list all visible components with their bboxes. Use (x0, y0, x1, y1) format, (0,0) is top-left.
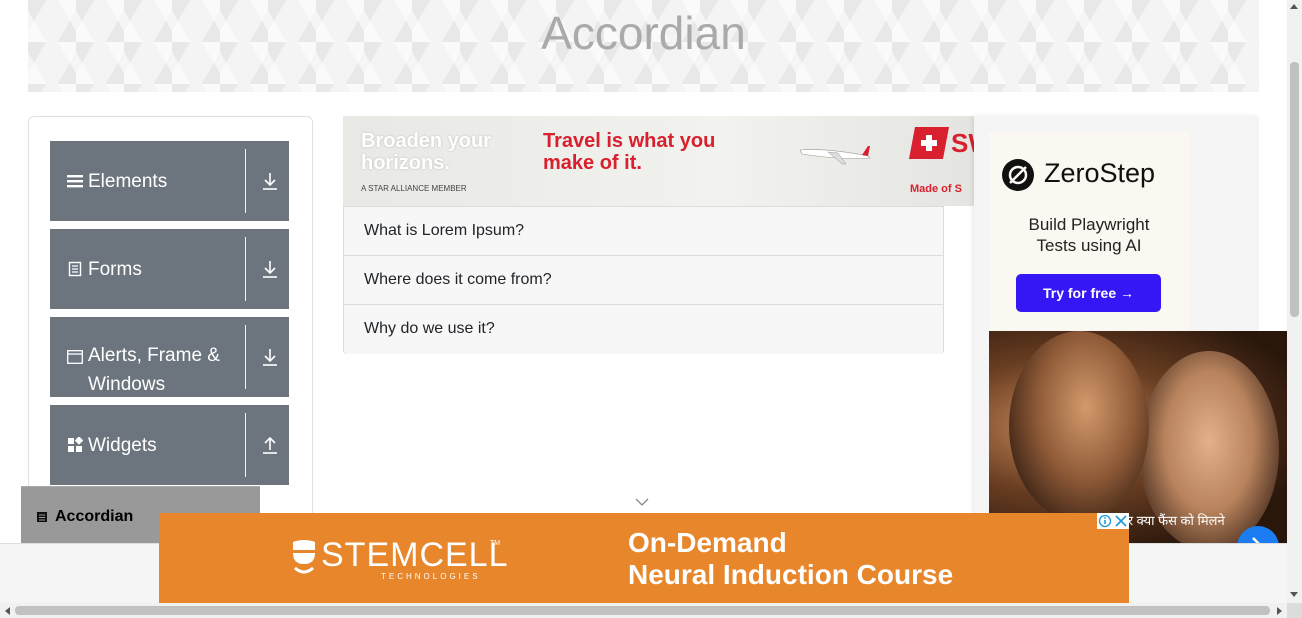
airplane-icon (799, 146, 871, 165)
ad-image (1009, 331, 1149, 521)
sidebar-group-widgets[interactable]: Widgets (50, 405, 289, 485)
bottom-ad-banner[interactable]: STEMCELL TM TECHNOLOGIES On-Demand Neura… (159, 513, 1129, 603)
ad-trademark: TM (490, 540, 501, 547)
ad-description-line: Tests using AI (1036, 236, 1142, 255)
widgets-icon (68, 437, 83, 452)
divider (245, 149, 246, 213)
download-icon[interactable] (261, 259, 279, 279)
scroll-left-icon[interactable] (5, 607, 10, 615)
ad-headline-line: Neural Induction Course (628, 559, 954, 590)
adchoices-icon[interactable] (1097, 513, 1129, 529)
upload-icon[interactable] (261, 435, 279, 455)
ad-brand: ZeroStep (1044, 158, 1156, 188)
window-icon (67, 350, 83, 364)
sidebar-item-label: Accordian (55, 508, 134, 525)
ad-headline-left: Broaden your horizons. (361, 130, 492, 174)
page-banner: Accordian (28, 0, 1259, 92)
sidebar-group-label: Widgets (88, 435, 157, 456)
menu-icon (67, 175, 83, 188)
accordion-header[interactable]: What is Lorem Ipsum? (344, 207, 943, 256)
close-icon[interactable] (1114, 514, 1128, 528)
scrollbar-thumb[interactable] (15, 606, 1270, 615)
chevron-right-icon (1252, 537, 1260, 543)
horizontal-scrollbar[interactable] (0, 603, 1287, 618)
scrollbar-corner (1287, 603, 1302, 618)
scroll-up-icon[interactable] (1290, 4, 1298, 9)
sidebar-group-forms[interactable]: Forms (50, 229, 289, 309)
ad-description-line: Build Playwright (1028, 215, 1150, 234)
ad-headline-right: Travel is what you make of it. (543, 130, 716, 174)
accordion-header-label: What is Lorem Ipsum? (364, 222, 525, 239)
ad-brand: STEMCELL (321, 536, 509, 574)
doc-icon (37, 512, 47, 522)
ad-brand: SW (951, 128, 974, 158)
try-for-free-button[interactable]: Try for free → (1016, 274, 1161, 312)
ad-footer: A STAR ALLIANCE MEMBER (361, 184, 467, 193)
download-icon[interactable] (261, 171, 279, 191)
accordion: What is Lorem Ipsum? Where does it come … (343, 206, 944, 354)
sidebar-group-label: Forms (88, 259, 142, 280)
scroll-right-icon[interactable] (1277, 607, 1282, 615)
scrollbar-thumb[interactable] (1290, 62, 1299, 317)
ad-tagline: Made of S (910, 183, 962, 195)
divider (245, 413, 246, 477)
ad-tagline: TECHNOLOGIES (381, 572, 481, 581)
ad-headline: On-Demand Neural Induction Course (628, 527, 953, 591)
ad-description: Build Playwright Tests using AI (989, 214, 1189, 256)
zerostep-ad[interactable]: ZeroStep Build Playwright Tests using AI… (989, 132, 1189, 330)
download-icon[interactable] (261, 347, 279, 367)
swiss-logo-icon (909, 127, 949, 159)
info-icon (1098, 514, 1112, 528)
sidebar-group-label: Alerts, Frame & Windows (88, 345, 220, 395)
page: Accordian Elements Forms Alerts, Frame &… (0, 0, 1302, 618)
zerostep-logo-icon (1002, 159, 1034, 191)
document-icon (68, 261, 82, 277)
stemcell-logo-icon (293, 540, 315, 574)
ad-headline-line: On-Demand (628, 527, 787, 558)
scroll-down-icon[interactable] (1290, 592, 1298, 597)
sidebar-group-elements[interactable]: Elements (50, 141, 289, 221)
accordion-header[interactable]: Why do we use it? (344, 305, 943, 354)
accordion-header[interactable]: Where does it come from? (344, 256, 943, 305)
accordion-header-label: Where does it come from? (364, 271, 552, 288)
chevron-down-icon[interactable] (635, 497, 649, 507)
movie-ad[interactable]: ें पर क्या फैंस को मिलने (989, 331, 1287, 543)
divider (245, 325, 246, 389)
page-title: Accordian (541, 7, 746, 59)
top-ad-banner[interactable]: Broaden your horizons. Travel is what yo… (343, 116, 974, 206)
sidebar-group-label: Elements (88, 171, 168, 192)
vertical-scrollbar[interactable] (1287, 0, 1302, 603)
divider (245, 237, 246, 301)
accordion-header-label: Why do we use it? (364, 320, 495, 337)
sidebar-group-alerts[interactable]: Alerts, Frame & Windows (50, 317, 289, 397)
